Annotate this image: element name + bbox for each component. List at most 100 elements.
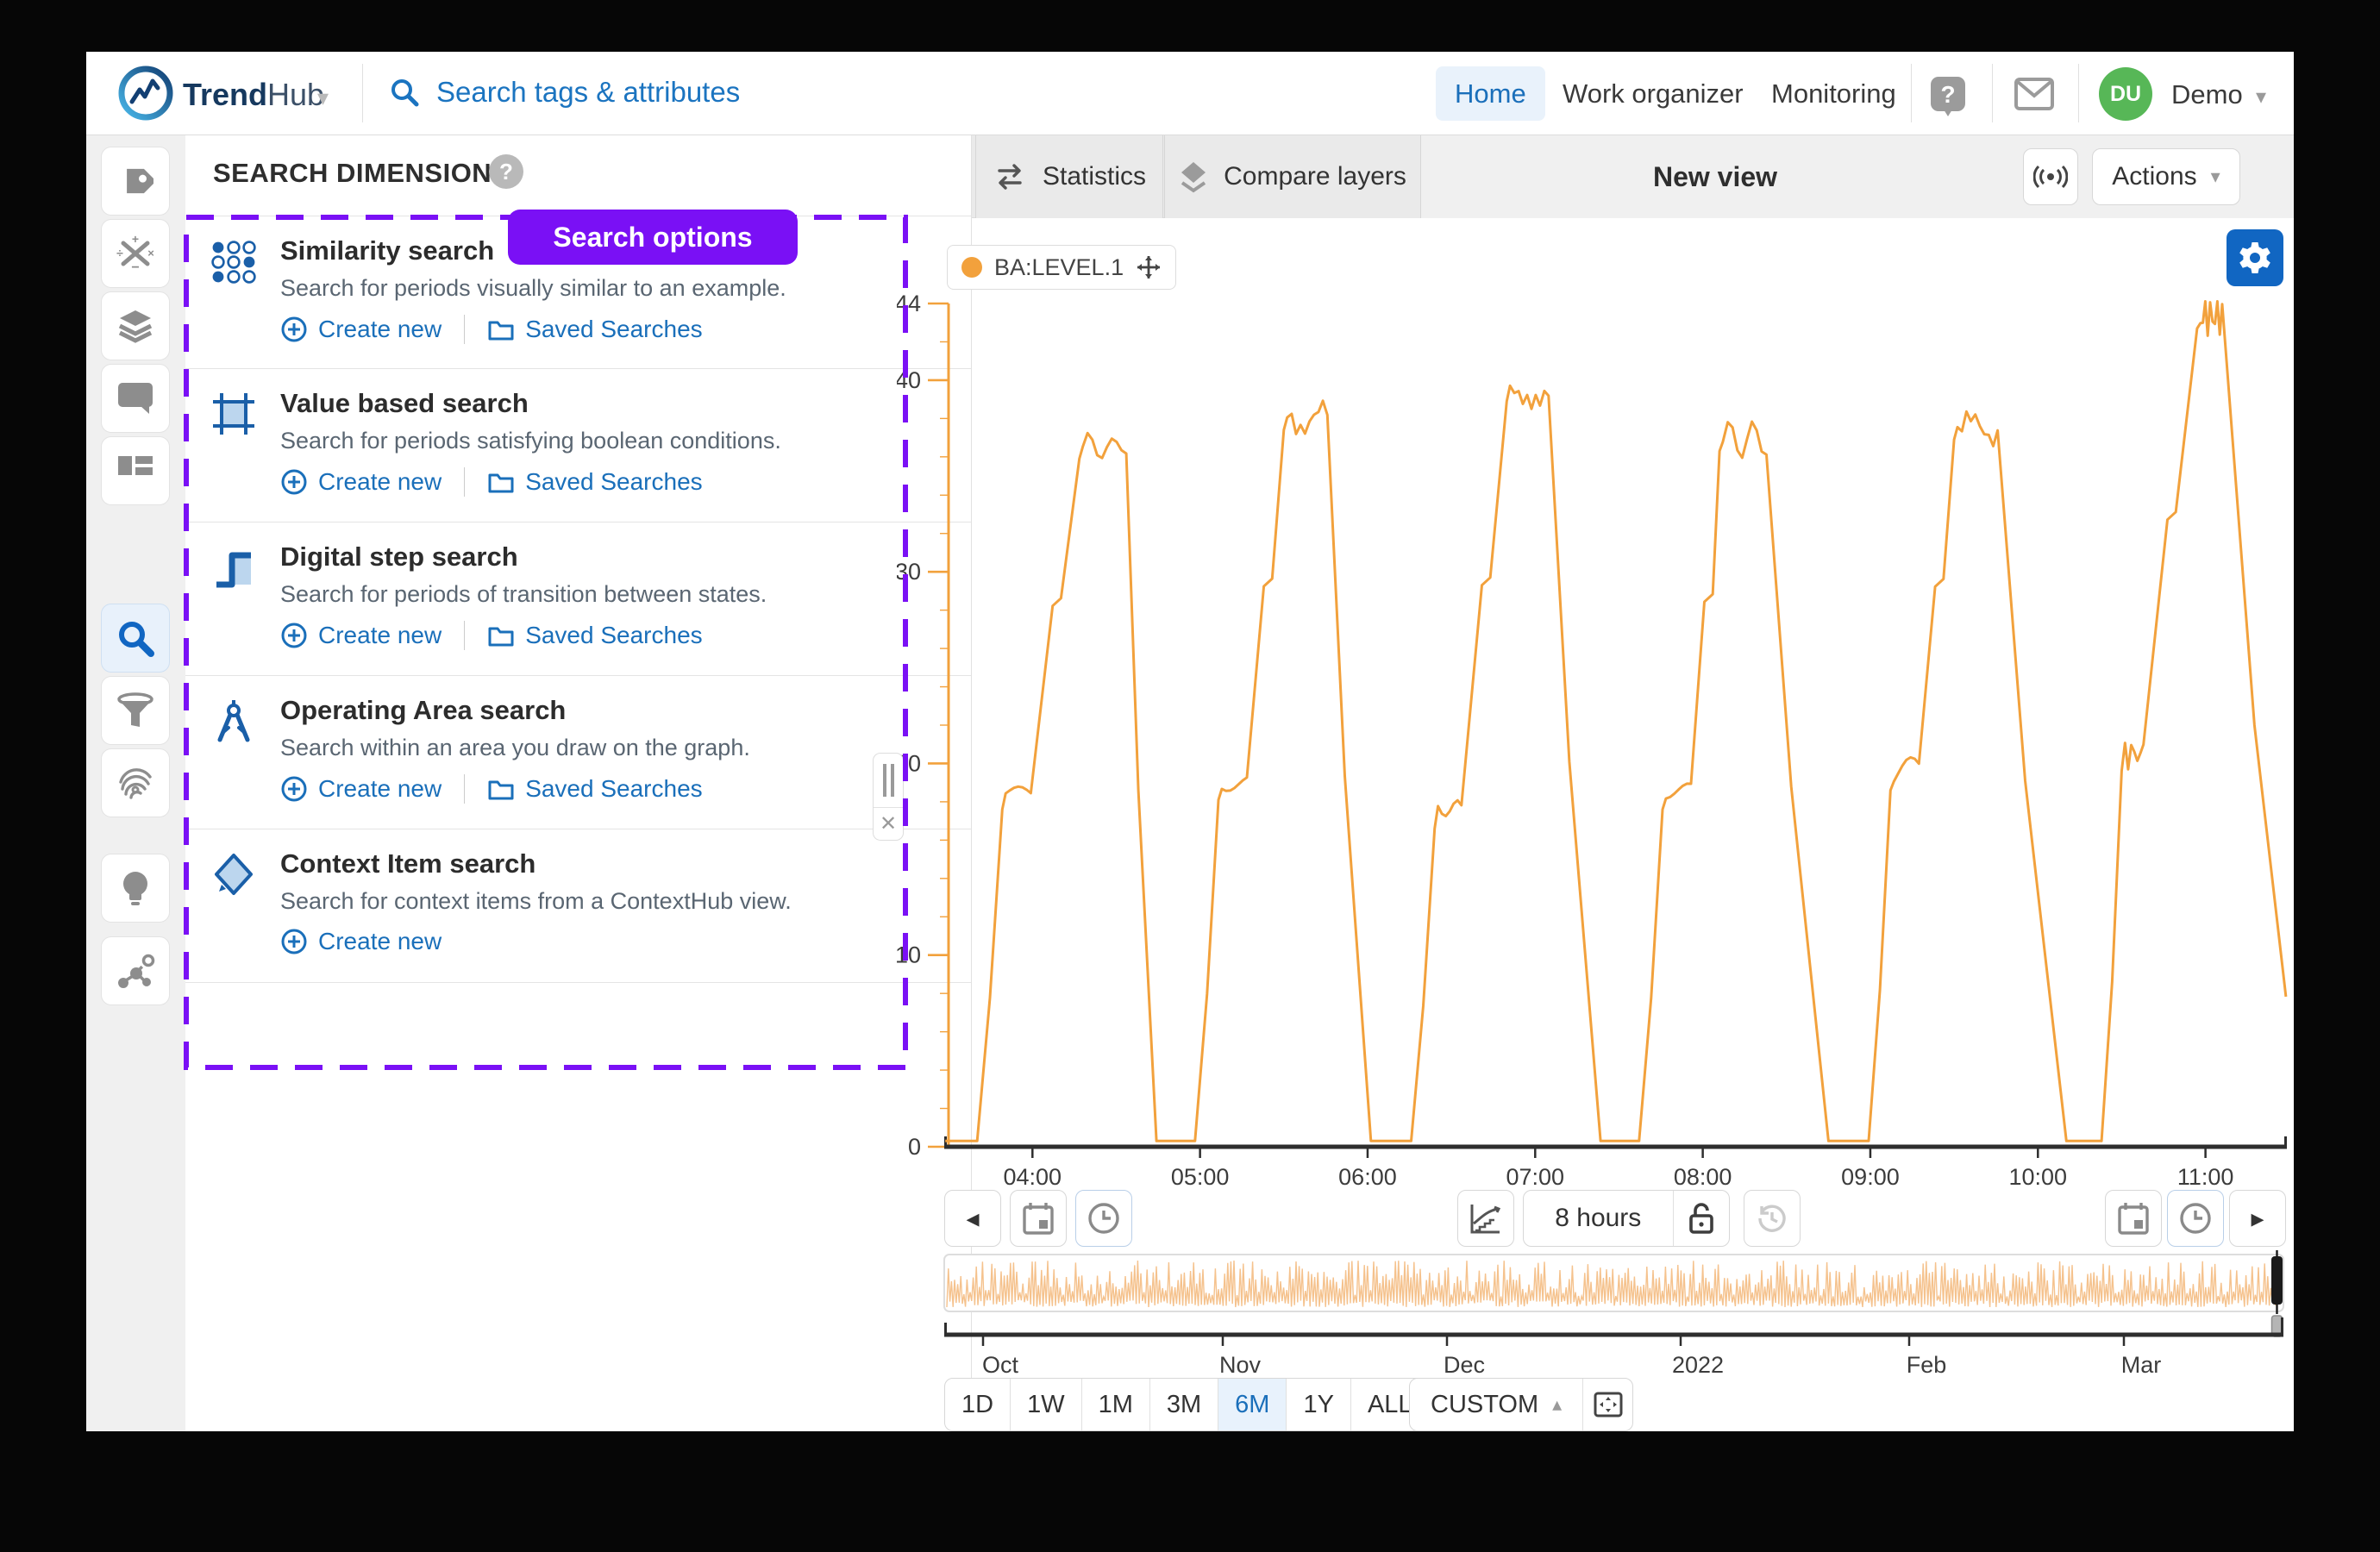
swap-arrows-icon bbox=[993, 164, 1027, 190]
start-date-button[interactable] bbox=[1010, 1190, 1067, 1247]
rail-dashboard-button[interactable] bbox=[101, 436, 170, 505]
range-1w[interactable]: 1W bbox=[1011, 1379, 1082, 1430]
svg-text:×: × bbox=[147, 247, 154, 260]
range-1y[interactable]: 1Y bbox=[1287, 1379, 1350, 1430]
plus-circle-icon bbox=[280, 622, 308, 649]
fit-window-button[interactable] bbox=[1582, 1379, 1632, 1430]
link-separator bbox=[464, 467, 465, 497]
create-new-link[interactable]: Create new bbox=[280, 928, 442, 955]
create-new-link[interactable]: Create new bbox=[280, 622, 442, 649]
option-operating-area-search[interactable]: Operating Area search Search within an a… bbox=[185, 676, 971, 829]
pan-right-button[interactable]: ▸ bbox=[2229, 1190, 2286, 1247]
option-title: Value based search bbox=[280, 388, 529, 419]
option-value-based-search[interactable]: Value based search Search for periods sa… bbox=[185, 369, 971, 523]
broadcast-icon bbox=[2033, 163, 2068, 191]
rail-comments-button[interactable] bbox=[101, 364, 170, 433]
nav-monitoring[interactable]: Monitoring bbox=[1752, 66, 1915, 121]
option-digital-step-search[interactable]: Digital step search Search for periods o… bbox=[185, 523, 971, 676]
lightbulb-icon bbox=[118, 869, 153, 907]
create-new-link[interactable]: Create new bbox=[280, 775, 442, 803]
svg-text:10: 10 bbox=[897, 942, 921, 968]
series-label: BA:LEVEL.1 bbox=[994, 254, 1124, 281]
user-caret-icon[interactable]: ▾ bbox=[2256, 84, 2266, 110]
user-avatar[interactable]: DU bbox=[2099, 67, 2152, 121]
statistics-label: Statistics bbox=[1043, 162, 1146, 191]
folder-icon bbox=[487, 777, 515, 801]
svg-text:09:00: 09:00 bbox=[1841, 1164, 1900, 1190]
nav-work-organizer[interactable]: Work organizer bbox=[1544, 66, 1763, 121]
end-time-button[interactable] bbox=[2167, 1190, 2224, 1247]
time-span-button[interactable]: 8 hours bbox=[1524, 1191, 1673, 1246]
saved-searches-link[interactable]: Saved Searches bbox=[487, 622, 702, 649]
svg-text:Oct: Oct bbox=[982, 1352, 1019, 1378]
lock-span-button[interactable] bbox=[1673, 1191, 1729, 1246]
live-mode-button[interactable] bbox=[2023, 148, 2078, 205]
splitter-grip-icon[interactable] bbox=[874, 754, 903, 807]
brand-caret-icon[interactable]: ▾ bbox=[317, 84, 329, 111]
svg-text:07:00: 07:00 bbox=[1506, 1164, 1565, 1190]
topbar-divider bbox=[2078, 64, 2079, 122]
similarity-search-icon bbox=[211, 239, 256, 284]
option-description: Search for periods of transition between… bbox=[280, 581, 767, 608]
tag-legend-chip[interactable]: BA:LEVEL.1 bbox=[947, 245, 1176, 290]
dashboard-icon bbox=[116, 454, 154, 487]
svg-text:08:00: 08:00 bbox=[1674, 1164, 1732, 1190]
chart-settings-button[interactable] bbox=[2227, 229, 2283, 286]
statistics-button[interactable]: Statistics bbox=[975, 135, 1163, 218]
range-1m[interactable]: 1M bbox=[1082, 1379, 1150, 1430]
range-1d[interactable]: 1D bbox=[945, 1379, 1011, 1430]
history-button[interactable] bbox=[1744, 1190, 1801, 1247]
actions-button[interactable]: Actions ▾ bbox=[2092, 148, 2240, 205]
topbar-divider bbox=[1992, 64, 1993, 122]
chevron-up-icon: ▴ bbox=[1552, 1393, 1562, 1416]
compressed-view-button[interactable] bbox=[1457, 1190, 1514, 1247]
rail-layers-button[interactable] bbox=[101, 291, 170, 360]
rail-fingerprint-button[interactable] bbox=[101, 748, 170, 817]
option-context-item-search[interactable]: Context Item search Search for context i… bbox=[185, 829, 971, 983]
value-based-search-icon bbox=[211, 391, 256, 436]
pan-left-button[interactable]: ◂ bbox=[944, 1190, 1001, 1247]
brand-name[interactable]: TrendHub bbox=[183, 77, 324, 113]
panel-close-icon[interactable]: ✕ bbox=[874, 807, 903, 840]
search-options-list: Similarity search Search for periods vis… bbox=[185, 216, 971, 983]
range-6m[interactable]: 6M bbox=[1218, 1379, 1287, 1430]
panel-help-icon[interactable]: ? bbox=[489, 154, 523, 189]
range-3m[interactable]: 3M bbox=[1150, 1379, 1218, 1430]
create-new-link[interactable]: Create new bbox=[280, 316, 442, 343]
saved-searches-label: Saved Searches bbox=[525, 316, 702, 343]
saved-searches-link[interactable]: Saved Searches bbox=[487, 775, 702, 803]
rail-suggestions-button[interactable] bbox=[101, 854, 170, 923]
messages-button[interactable] bbox=[2014, 78, 2054, 115]
rail-formulas-button[interactable]: + ÷ × − bbox=[101, 219, 170, 288]
help-button[interactable]: ? bbox=[1928, 74, 1968, 122]
trend-chart[interactable]: 0102030404404:0005:0006:0007:0008:0009:0… bbox=[897, 259, 2294, 1259]
history-icon bbox=[1756, 1202, 1788, 1235]
option-description: Search for periods satisfying boolean co… bbox=[280, 428, 781, 454]
trend-toolbar: Statistics Compare layers New view bbox=[972, 135, 2294, 218]
rail-filter-button[interactable] bbox=[101, 676, 170, 745]
option-title: Operating Area search bbox=[280, 695, 566, 726]
rail-search-button[interactable] bbox=[101, 604, 170, 673]
compare-layers-button[interactable]: Compare layers bbox=[1164, 135, 1421, 218]
custom-range-button[interactable]: CUSTOM ▴ bbox=[1410, 1379, 1582, 1430]
nav-home[interactable]: Home bbox=[1436, 66, 1545, 121]
svg-text:−: − bbox=[131, 260, 139, 272]
arrow-right-icon: ▸ bbox=[2251, 1204, 2264, 1234]
create-new-link[interactable]: Create new bbox=[280, 468, 442, 496]
global-search-input[interactable]: Search tags & attributes bbox=[388, 76, 740, 109]
option-description: Search for context items from a ContextH… bbox=[280, 888, 792, 915]
custom-label: CUSTOM bbox=[1431, 1391, 1538, 1419]
end-date-button[interactable] bbox=[2105, 1190, 2162, 1247]
move-icon[interactable] bbox=[1136, 254, 1162, 280]
plus-circle-icon bbox=[280, 316, 308, 343]
saved-searches-link[interactable]: Saved Searches bbox=[487, 316, 702, 343]
comment-icon bbox=[116, 381, 154, 416]
saved-searches-link[interactable]: Saved Searches bbox=[487, 468, 702, 496]
rail-recommendations-button[interactable] bbox=[101, 936, 170, 1005]
start-time-button[interactable] bbox=[1075, 1190, 1132, 1247]
rail-tags-button[interactable] bbox=[101, 147, 170, 216]
user-menu[interactable]: Demo bbox=[2171, 79, 2243, 110]
link-separator bbox=[464, 315, 465, 344]
plus-circle-icon bbox=[280, 928, 308, 955]
panel-splitter[interactable]: ✕ bbox=[873, 753, 904, 841]
